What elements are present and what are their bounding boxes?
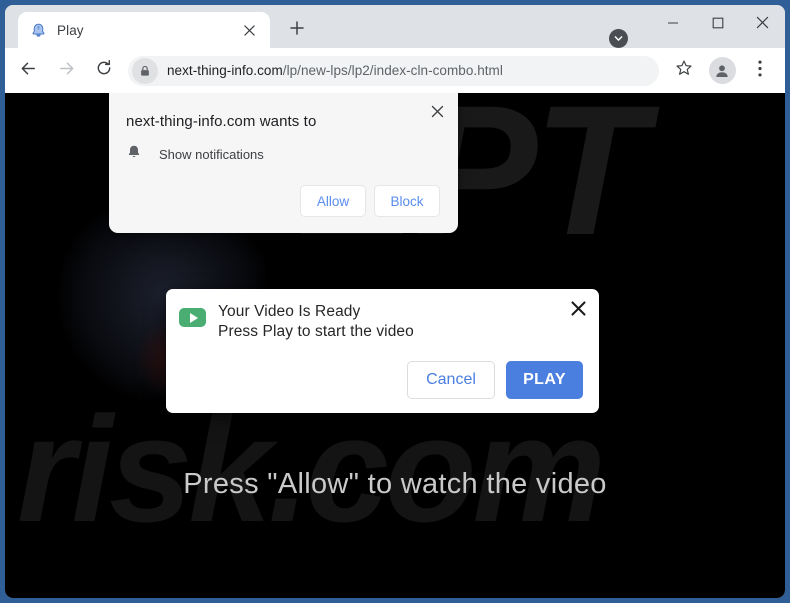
forward-button[interactable]: [50, 55, 82, 87]
bell-icon: [126, 144, 142, 165]
lock-icon[interactable]: [132, 57, 158, 84]
url-domain: next-thing-info.com: [167, 63, 283, 78]
maximize-icon: [712, 16, 724, 34]
modal-subtitle: Press Play to start the video: [218, 323, 414, 340]
three-dots-vertical-icon: [758, 59, 762, 82]
green-play-button-icon: [179, 308, 206, 327]
modal-text: Your Video Is Ready Press Play to start …: [218, 302, 414, 342]
tab-strip: Play: [5, 5, 785, 48]
tab-title: Play: [57, 22, 84, 38]
person-avatar-icon: [708, 57, 736, 84]
new-tab-button[interactable]: [282, 15, 312, 45]
page-headline: Press "Allow" to watch the video: [183, 468, 607, 500]
bell-icon: [30, 22, 47, 39]
forward-arrow-icon: [57, 59, 76, 83]
window-minimize-button[interactable]: [650, 5, 695, 45]
permission-actions: Allow Block: [300, 185, 440, 217]
allow-button[interactable]: Allow: [300, 185, 366, 217]
page-viewport: ZPT risk.com Press "Allow" to watch the …: [5, 93, 785, 598]
download-chevron-icon[interactable]: [609, 29, 628, 48]
tab-close-icon[interactable]: [238, 19, 260, 41]
browser-tab[interactable]: Play: [18, 12, 270, 48]
minimize-icon: [667, 16, 679, 34]
window-maximize-button[interactable]: [695, 5, 740, 45]
permission-close-icon[interactable]: [424, 98, 450, 124]
modal-actions: Cancel PLAY: [407, 361, 583, 399]
modal-title: Your Video Is Ready: [218, 303, 361, 320]
browser-window-frame: Play next-thing-info.com/lp/new-lps/lp2/…: [0, 0, 790, 603]
video-ready-modal: Your Video Is Ready Press Play to start …: [166, 289, 599, 413]
cancel-button[interactable]: Cancel: [407, 361, 495, 399]
block-button[interactable]: Block: [374, 185, 440, 217]
window-close-button[interactable]: [740, 5, 785, 45]
browser-window: Play next-thing-info.com/lp/new-lps/lp2/…: [5, 5, 785, 598]
address-bar-url: next-thing-info.com/lp/new-lps/lp2/index…: [167, 63, 503, 78]
url-path: /lp/new-lps/lp2/index-cln-combo.html: [282, 63, 503, 78]
address-bar[interactable]: next-thing-info.com/lp/new-lps/lp2/index…: [128, 55, 659, 86]
permission-label: Show notifications: [159, 147, 264, 162]
notification-permission-bubble: next-thing-info.com wants to Show notifi…: [109, 93, 458, 233]
permission-title: next-thing-info.com wants to: [126, 113, 317, 130]
bookmark-button[interactable]: [668, 55, 700, 87]
back-arrow-icon: [19, 59, 38, 83]
plus-icon: [290, 20, 304, 40]
back-button[interactable]: [12, 55, 44, 87]
browser-toolbar: next-thing-info.com/lp/new-lps/lp2/index…: [5, 48, 785, 93]
profile-button[interactable]: [706, 55, 738, 87]
window-controls: [650, 5, 785, 45]
reload-icon: [95, 59, 113, 82]
permission-row: Show notifications: [126, 144, 264, 165]
browser-menu-button[interactable]: [744, 55, 776, 87]
modal-close-icon[interactable]: [567, 297, 589, 319]
close-icon: [756, 16, 769, 34]
star-icon: [675, 59, 693, 82]
reload-button[interactable]: [88, 55, 120, 87]
play-button[interactable]: PLAY: [506, 361, 583, 399]
